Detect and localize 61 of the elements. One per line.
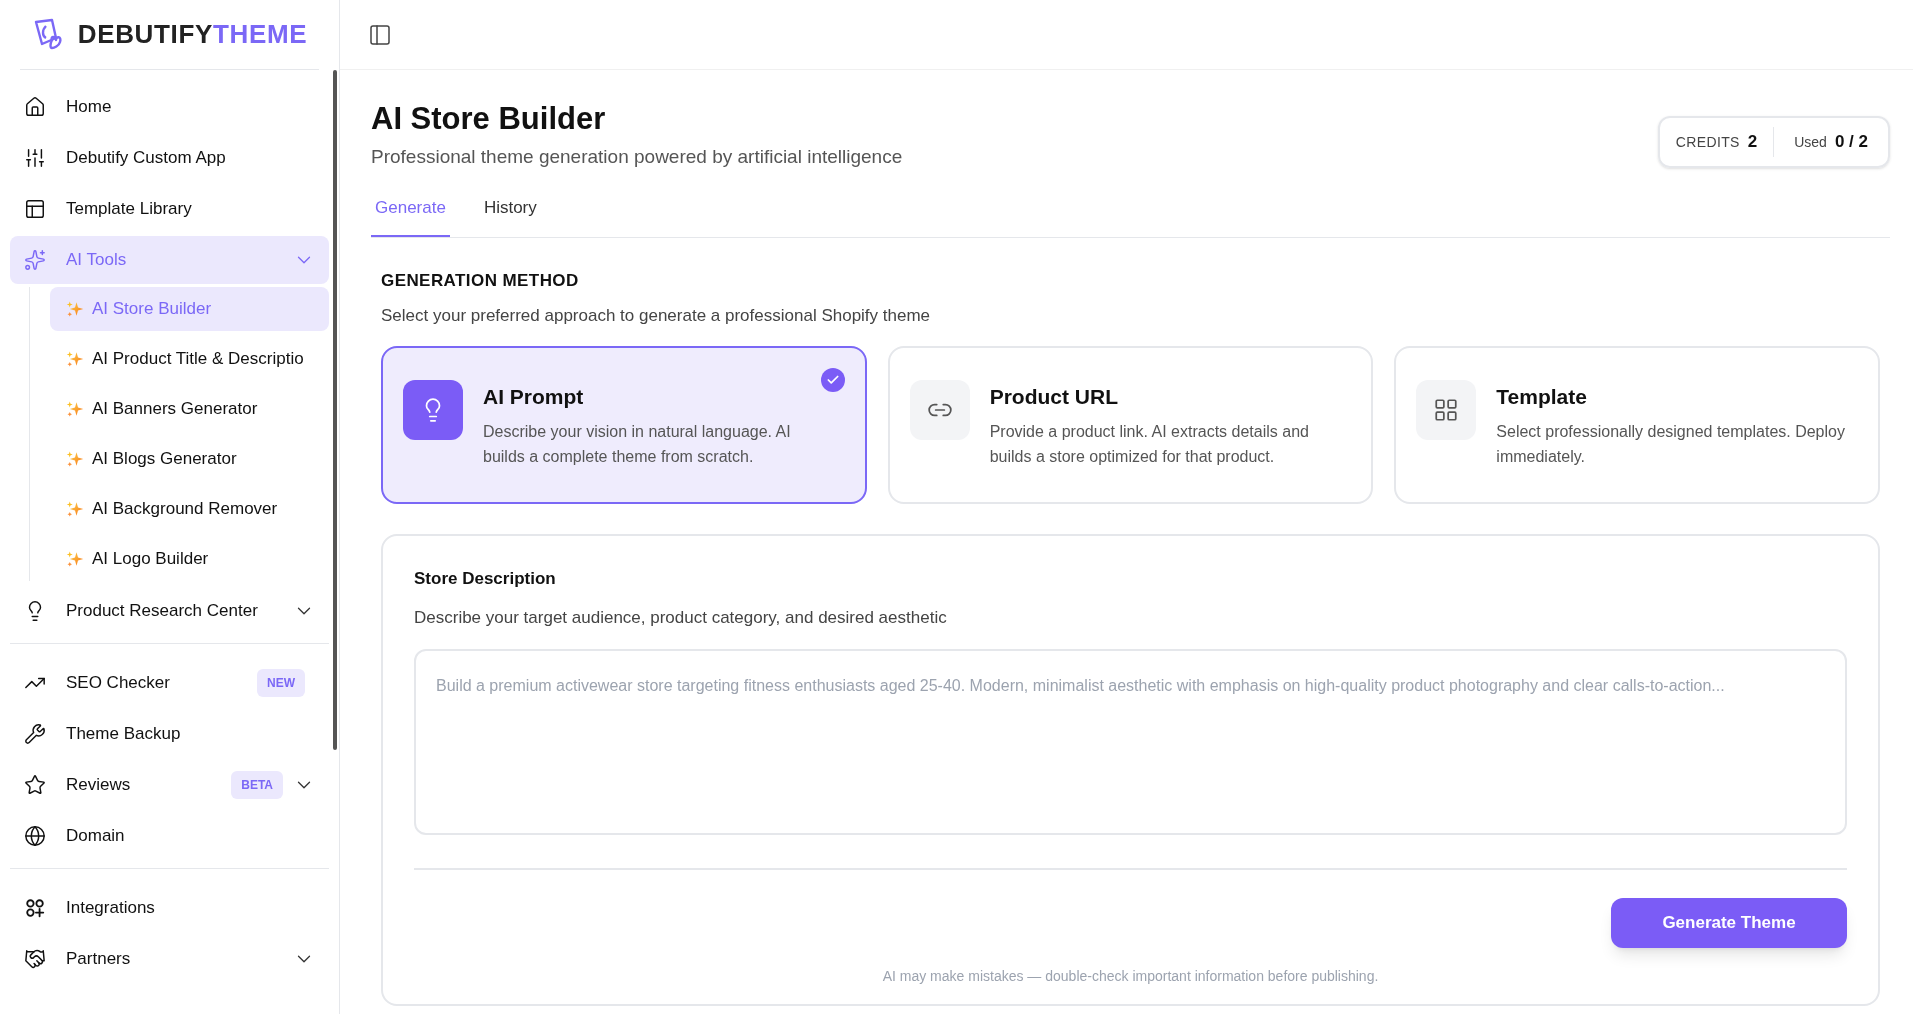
- handshake-icon: [24, 948, 46, 970]
- sidebar-subitem[interactable]: AI Blogs Generator: [50, 437, 329, 481]
- status-tag: NEW: [257, 669, 305, 697]
- disclaimer: AI may make mistakes — double-check important information before publishing.: [881, 966, 1380, 986]
- sidebar-item[interactable]: Partners: [10, 935, 329, 983]
- card-title: Product URL: [989, 384, 1119, 410]
- sliders-icon: [24, 147, 46, 169]
- grid-icon: [1433, 396, 1460, 423]
- generate-theme-button[interactable]: Generate Theme: [1611, 897, 1847, 948]
- sidebar-toggle-icon[interactable]: [368, 22, 392, 47]
- card-description: Select professionally designed templates. Deploy immediately.: [1496, 421, 1846, 467]
- sidebar-item[interactable]: Reviews BETA: [10, 761, 329, 809]
- page-title: AI Store Builder: [371, 100, 607, 138]
- tab[interactable]: History: [479, 185, 541, 237]
- sparkles-icon: [24, 249, 46, 271]
- sparkle-icon: [66, 550, 84, 568]
- wrench-icon: [24, 723, 46, 745]
- layout-icon: [24, 198, 46, 220]
- sparkle-icon: [66, 350, 84, 368]
- credits-value: 2: [1747, 131, 1758, 154]
- sidebar-subitem[interactable]: AI Product Title & Descriptio: [50, 337, 329, 381]
- panel-title: Store Description: [414, 567, 557, 590]
- card-description: Provide a product link. AI extracts details and builds a store optimized for that product.: [989, 421, 1310, 467]
- sidebar-item[interactable]: Domain: [10, 812, 329, 860]
- panel-description: Describe your target audience, product category, and desired aesthetic: [414, 607, 948, 630]
- sidebar-item[interactable]: Debutify Custom App: [10, 134, 329, 182]
- sidebar-item[interactable]: SEO Checker NEW: [10, 659, 329, 707]
- method-card[interactable]: Product URL Provide a product link. AI extracts details and builds a store optimized for that product.: [887, 345, 1374, 504]
- sparkle-icon: [66, 300, 84, 318]
- check-icon: [820, 367, 845, 392]
- store-description-field[interactable]: Build a premium activewear store targeting fitness enthusiasts aged 25-40. Modern, minimalist aesthetic with emphasis on high-quality product photography and clear calls-to-action...: [414, 648, 1847, 835]
- sparkle-icon: [66, 500, 84, 518]
- sidebar-subitem[interactable]: AI Background Remover: [50, 487, 329, 531]
- logo-text: DEBUTIFYTHEME: [77, 18, 308, 51]
- star-icon: [24, 774, 46, 796]
- page-subtitle: Professional theme generation powered by artificial intelligence: [371, 144, 903, 169]
- method-card[interactable]: AI Prompt Describe your vision in natural language. AI builds a complete theme from scratch.: [381, 345, 867, 504]
- home-icon: [24, 96, 46, 118]
- sparkle-icon: [66, 400, 84, 418]
- card-description: Describe your vision in natural language. AI builds a complete theme from scratch.: [483, 421, 792, 467]
- sidebar-subitem[interactable]: AI Logo Builder: [50, 537, 329, 581]
- sidebar-item[interactable]: Theme Backup: [10, 710, 329, 758]
- sidebar-item[interactable]: Product Research Center: [10, 587, 329, 635]
- section-heading: GENERATION METHOD: [381, 269, 580, 292]
- sidebar-item[interactable]: Home: [10, 83, 329, 131]
- sidebar-subitem[interactable]: AI Banners Generator: [50, 387, 329, 431]
- method-card[interactable]: Template Select professionally designed templates. Deploy immediately.: [1394, 345, 1880, 504]
- tab[interactable]: Generate: [371, 185, 450, 237]
- credits-label: CREDITS: [1675, 132, 1740, 152]
- used-value: 0 / 2: [1834, 131, 1868, 154]
- section-description: Select your preferred approach to generate a professional Shopify theme: [381, 305, 932, 328]
- scrollbar[interactable]: [333, 70, 337, 750]
- sidebar-item[interactable]: Template Library: [10, 185, 329, 233]
- sidebar-item[interactable]: Integrations: [10, 884, 329, 932]
- card-title: AI Prompt: [483, 384, 585, 410]
- integrations-icon: [24, 897, 46, 919]
- card-title: Template: [1496, 384, 1588, 410]
- sparkle-icon: [66, 450, 84, 468]
- status-tag: BETA: [231, 771, 283, 799]
- globe-icon: [24, 825, 46, 847]
- used-label: Used: [1794, 132, 1827, 152]
